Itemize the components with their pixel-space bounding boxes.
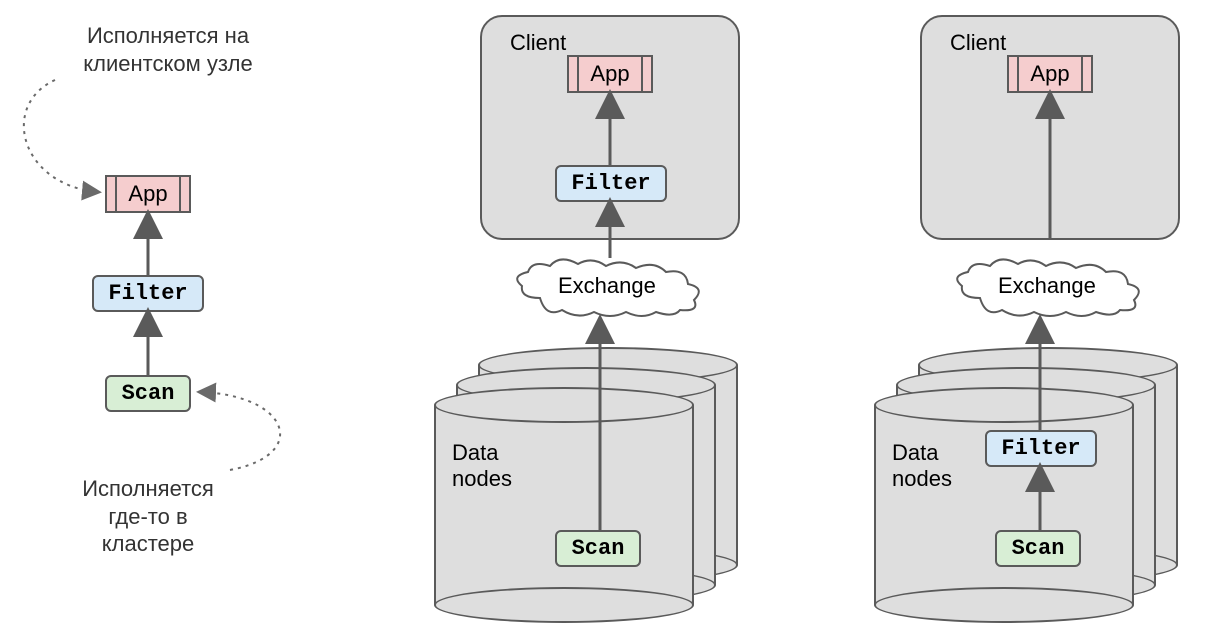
label-line: Data xyxy=(892,440,938,465)
client-label: Client xyxy=(510,30,566,56)
label-line: nodes xyxy=(452,466,512,491)
scan-label: Scan xyxy=(122,381,175,406)
app-box: App xyxy=(1007,55,1093,93)
annotation-line: клиентском узле xyxy=(83,51,252,76)
data-nodes-label: Data nodes xyxy=(892,440,952,492)
app-label: App xyxy=(590,61,629,86)
data-nodes-label: Data nodes xyxy=(452,440,512,492)
annotation-cluster: Исполняется где-то в кластере xyxy=(48,475,248,558)
annotation-line: Исполняется xyxy=(82,476,214,501)
annotation-line: Исполняется на xyxy=(87,23,249,48)
data-node-cylinder xyxy=(434,405,694,605)
app-label: App xyxy=(1030,61,1069,86)
filter-label: Filter xyxy=(108,281,187,306)
app-label: App xyxy=(128,181,167,206)
diagram-canvas: Исполняется на клиентском узле App Filte… xyxy=(0,0,1209,601)
filter-box: Filter xyxy=(985,430,1097,467)
annotation-client-node: Исполняется на клиентском узле xyxy=(48,22,288,77)
filter-label: Filter xyxy=(571,171,650,196)
scan-label: Scan xyxy=(1012,536,1065,561)
scan-label: Scan xyxy=(572,536,625,561)
annotation-line: где-то в xyxy=(108,504,187,529)
scan-box: Scan xyxy=(995,530,1081,567)
exchange-label: Exchange xyxy=(558,273,656,299)
label-line: Data xyxy=(452,440,498,465)
filter-label: Filter xyxy=(1001,436,1080,461)
scan-box: Scan xyxy=(555,530,641,567)
label-line: nodes xyxy=(892,466,952,491)
scan-box: Scan xyxy=(105,375,191,412)
exchange-label: Exchange xyxy=(998,273,1096,299)
filter-box: Filter xyxy=(555,165,667,202)
app-box: App xyxy=(105,175,191,213)
filter-box: Filter xyxy=(92,275,204,312)
client-label: Client xyxy=(950,30,1006,56)
annotation-line: кластере xyxy=(102,531,194,556)
app-box: App xyxy=(567,55,653,93)
